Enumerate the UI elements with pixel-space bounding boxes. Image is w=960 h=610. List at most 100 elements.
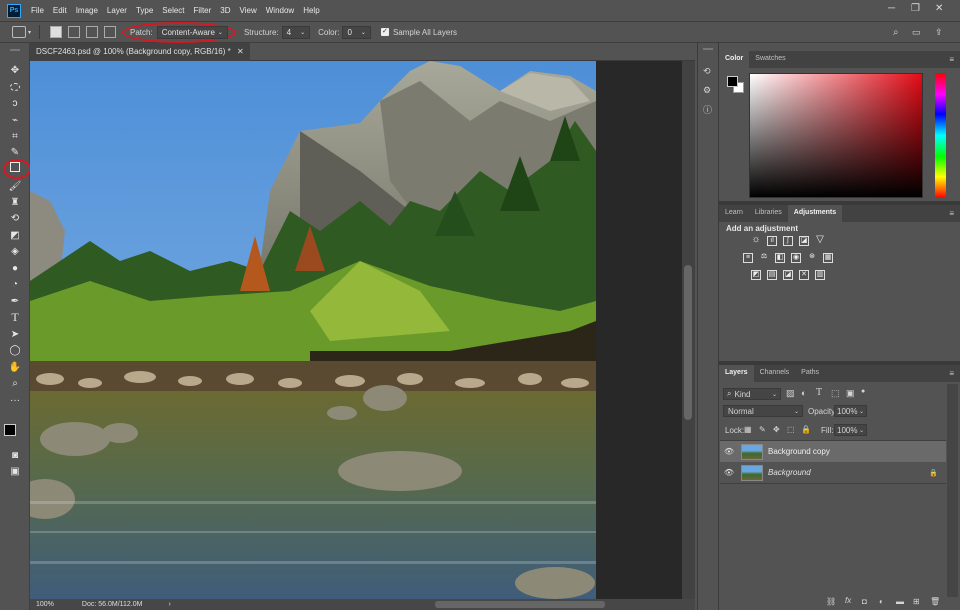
new-adjustment-layer-icon[interactable]: ◐ <box>879 597 884 606</box>
tab-paths[interactable]: Paths <box>795 365 825 382</box>
tab-libraries[interactable]: Libraries <box>749 205 788 222</box>
menu-edit[interactable]: Edit <box>53 6 67 15</box>
filter-adjustment-icon[interactable]: ◐ <box>801 388 806 398</box>
filter-shape-icon[interactable]: ⬚ <box>831 388 840 399</box>
tab-learn[interactable]: Learn <box>719 205 749 222</box>
gradient-map-icon[interactable]: ▥ <box>815 270 825 280</box>
clone-stamp-tool-icon[interactable]: ♜ <box>8 195 22 209</box>
vibrance-icon[interactable]: ▽ <box>815 235 825 246</box>
menu-3d[interactable]: 3D <box>220 6 230 15</box>
properties-panel-icon[interactable]: ⚙ <box>703 85 711 96</box>
exposure-icon[interactable]: ◪ <box>799 236 809 246</box>
subtract-selection-icon[interactable] <box>86 26 99 38</box>
structure-select[interactable]: 4 ⌄ <box>281 25 311 39</box>
add-mask-icon[interactable]: ◘ <box>862 597 867 606</box>
menu-window[interactable]: Window <box>266 6 294 15</box>
color-picker-field[interactable] <box>749 73 923 198</box>
filter-type-icon[interactable]: T <box>816 387 822 398</box>
lock-all-icon[interactable]: 🔒 <box>801 425 811 434</box>
share-icon[interactable]: ⇪ <box>935 27 943 38</box>
filter-smart-object-icon[interactable]: ▣ <box>846 388 855 399</box>
workspace-icon[interactable]: ▭ <box>912 27 921 38</box>
panel-menu-icon[interactable]: ≡ <box>949 209 954 218</box>
chevron-down-icon[interactable]: ▾ <box>28 29 31 36</box>
layer-name[interactable]: Background copy <box>768 447 830 456</box>
zoom-tool-icon[interactable]: ⌕ <box>8 376 22 390</box>
close-tab-icon[interactable]: ✕ <box>237 47 244 56</box>
layer-filter-select[interactable]: ⌕ Kind ⌄ <box>723 388 781 400</box>
brush-tool-icon[interactable]: 🖌 <box>8 179 22 193</box>
foreground-color-chip[interactable] <box>727 76 738 87</box>
filter-pixel-icon[interactable]: ▨ <box>786 388 795 399</box>
layers-scrollbar[interactable] <box>947 384 958 597</box>
zoom-level[interactable]: 100% <box>36 601 54 608</box>
layer-name[interactable]: Background <box>768 468 811 477</box>
selective-color-icon[interactable]: ✕ <box>799 270 809 280</box>
close-icon[interactable]: ✕ <box>935 3 943 14</box>
eyedropper-tool-icon[interactable]: ✎ <box>8 145 22 159</box>
menu-help[interactable]: Help <box>303 6 319 15</box>
photo-filter-icon[interactable]: ◉ <box>791 253 801 263</box>
posterize-icon[interactable]: ▤ <box>767 270 777 280</box>
new-layer-icon[interactable]: ⊞ <box>913 597 920 606</box>
paint-bucket-tool-icon[interactable]: ◈ <box>8 244 22 258</box>
vertical-scroll-thumb[interactable] <box>684 265 692 420</box>
layer-row-background-copy[interactable]: 👁 Background copy <box>720 441 946 462</box>
tab-adjustments[interactable]: Adjustments <box>787 205 843 222</box>
fill-field[interactable]: 100% ⌄ <box>834 424 867 436</box>
hue-slider[interactable] <box>935 73 946 198</box>
tab-color[interactable]: Color <box>719 51 750 68</box>
lasso-tool-icon[interactable]: ↄ <box>8 96 22 110</box>
brightness-icon[interactable]: ☼ <box>751 235 761 246</box>
history-panel-icon[interactable]: ⟲ <box>703 66 711 77</box>
fx-icon[interactable]: fx <box>845 596 851 605</box>
screen-mode-icon[interactable]: ▣ <box>8 464 22 478</box>
type-tool-icon[interactable]: T <box>8 310 22 324</box>
visibility-eye-icon[interactable]: 👁 <box>720 447 738 456</box>
blur-tool-icon[interactable]: ● <box>8 261 22 275</box>
menu-filter[interactable]: Filter <box>194 6 212 15</box>
crop-tool-icon[interactable]: ⌗ <box>8 129 22 143</box>
menu-type[interactable]: Type <box>136 6 153 15</box>
link-layers-icon[interactable]: ⛓ <box>826 597 836 606</box>
levels-icon[interactable]: ıl <box>767 236 777 246</box>
move-tool-icon[interactable]: ✥ <box>8 63 22 77</box>
hue-saturation-icon[interactable]: ≡ <box>743 253 753 263</box>
more-tools-icon[interactable]: ··· <box>8 393 22 407</box>
eraser-tool-icon[interactable]: ◩ <box>8 228 22 242</box>
quick-mask-icon[interactable]: ◙ <box>8 448 22 462</box>
search-icon[interactable]: ⌕ <box>893 27 899 38</box>
blend-mode-select[interactable]: Normal ⌄ <box>723 405 803 417</box>
lock-artboard-icon[interactable]: ⬚ <box>787 425 795 434</box>
intersect-selection-icon[interactable] <box>104 26 117 38</box>
hand-tool-icon[interactable]: ✋ <box>8 360 22 374</box>
info-panel-icon[interactable]: ⓘ <box>703 103 712 116</box>
patch-mode-select[interactable]: Content-Aware ⌄ <box>156 25 228 39</box>
channel-mixer-icon[interactable]: ⊛ <box>807 253 817 263</box>
panel-menu-icon[interactable]: ≡ <box>949 369 954 378</box>
quick-selection-tool-icon[interactable]: ⌁ <box>8 113 22 127</box>
visibility-eye-icon[interactable]: 👁 <box>720 468 738 477</box>
pen-tool-icon[interactable]: ✒ <box>8 294 22 308</box>
patch-tool-preset-icon[interactable] <box>12 26 26 38</box>
horizontal-scroll-thumb[interactable] <box>435 601 605 608</box>
color-balance-icon[interactable]: ⚖ <box>759 253 769 263</box>
restore-icon[interactable]: ❐ <box>911 3 920 14</box>
chevron-right-icon[interactable]: › <box>168 601 170 608</box>
dodge-tool-icon[interactable]: ◔ <box>8 277 22 291</box>
document-tab[interactable]: DSCF2463.psd @ 100% (Background copy, RG… <box>30 43 250 61</box>
threshold-icon[interactable]: ◪ <box>783 270 793 280</box>
minimize-icon[interactable]: ─ <box>888 3 895 14</box>
menu-view[interactable]: View <box>240 6 257 15</box>
curves-icon[interactable]: ∫ <box>783 236 793 246</box>
lock-transparent-icon[interactable]: ▦ <box>744 425 752 434</box>
document-canvas[interactable] <box>30 61 596 599</box>
color-select[interactable]: 0 ⌄ <box>342 25 371 39</box>
add-selection-icon[interactable] <box>68 26 81 38</box>
path-selection-tool-icon[interactable]: ➤ <box>8 327 22 341</box>
new-group-icon[interactable]: ▬ <box>896 597 904 606</box>
invert-icon[interactable]: ◩ <box>751 270 761 280</box>
menu-image[interactable]: Image <box>76 6 98 15</box>
color-lookup-icon[interactable]: ▦ <box>823 253 833 263</box>
lock-position-icon[interactable]: ✥ <box>773 425 780 434</box>
